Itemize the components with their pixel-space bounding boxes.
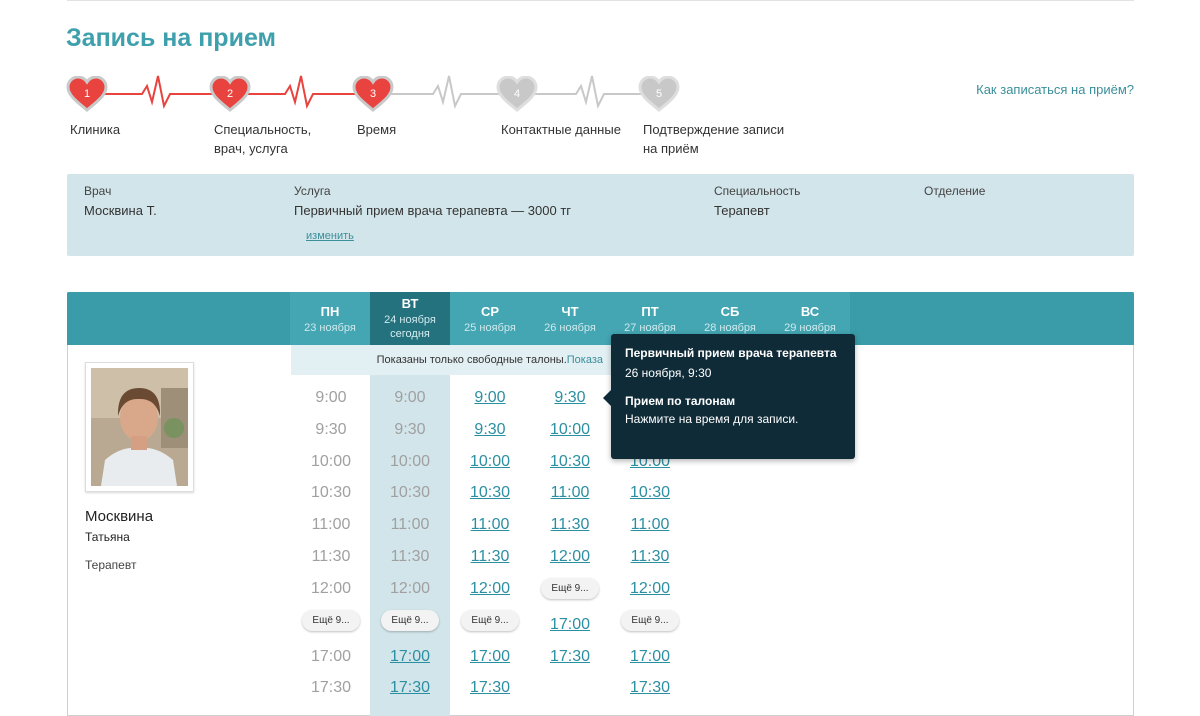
step-4-label: Контактные данные	[501, 122, 621, 137]
more-slots-button[interactable]: Ещё 9...	[461, 609, 519, 631]
time-slot-available[interactable]: 17:00	[530, 609, 610, 641]
doctor-photo	[85, 362, 194, 492]
more-slots-button[interactable]: Ещё 9...	[381, 609, 439, 631]
time-slot-available[interactable]: 11:00	[530, 477, 610, 509]
time-slot-unavailable: 11:30	[311, 547, 351, 565]
service-info: Услуга Первичный прием врача терапевта —…	[294, 184, 572, 218]
time-slot-unavailable: 9:00	[394, 389, 426, 406]
time-slot-unavailable: 12:00	[389, 579, 431, 597]
slot-tooltip: Первичный прием врача терапевта 26 ноябр…	[603, 334, 855, 459]
more-slots-row: Ещё 9...	[530, 573, 610, 609]
step-2-icon[interactable]: 2	[209, 76, 251, 116]
day-header-tue-today[interactable]: ВТ 24 ноября сегодня	[370, 292, 450, 345]
time-slot-available[interactable]: 12:00	[450, 573, 530, 605]
more-slots-row: Ещё 9...	[370, 605, 450, 641]
time-slot-unavailable: 9:30	[315, 420, 347, 438]
time-slot-available[interactable]: 11:30	[610, 541, 690, 573]
step-1-label: Клиника	[70, 122, 121, 137]
time-slot-available[interactable]: 11:30	[450, 541, 530, 573]
step-4-icon: 4	[496, 76, 538, 116]
more-slots-button[interactable]: Ещё 9...	[541, 577, 599, 599]
time-slot-available[interactable]: 17:30	[370, 672, 450, 704]
time-slot-unavailable: 10:30	[310, 484, 352, 502]
time-slot-available[interactable]: 10:00	[450, 446, 530, 478]
time-slot-available[interactable]: 9:30	[450, 414, 530, 446]
time-slot-unavailable: 11:30	[390, 547, 430, 565]
time-slot-available[interactable]: 11:00	[610, 509, 690, 541]
time-slot-available[interactable]: 17:00	[370, 641, 450, 673]
day-header-mon[interactable]: ПН 23 ноября	[290, 292, 370, 345]
more-slots-button[interactable]: Ещё 9...	[302, 609, 360, 631]
selection-summary: Врач Москвина Т. Услуга Первичный прием …	[67, 174, 1134, 256]
day-column-4: 9:30 10:00 10:30 11:00 11:30 12:00 Ещё 9... 17:…	[530, 382, 610, 672]
step-2-label: Специальность, врач, услуга	[214, 122, 312, 156]
day-column-2: 9:00 9:30 10:00 10:30 11:00 11:30 12:00 Ещё 9..…	[370, 382, 450, 704]
tooltip-title: Первичный прием врача терапевта	[625, 346, 837, 360]
top-divider	[67, 0, 1134, 1]
time-slot-available[interactable]: 12:00	[610, 573, 690, 605]
ecg-line-icon	[87, 75, 659, 110]
doctor-first-name: Татьяна	[85, 530, 130, 544]
time-slot-unavailable: 12:00	[310, 579, 352, 597]
time-slot-available[interactable]: 17:30	[530, 641, 610, 673]
time-slot-unavailable: 10:00	[389, 452, 431, 470]
time-slot-unavailable: 10:30	[389, 484, 431, 502]
time-slot-unavailable: 11:00	[311, 516, 351, 534]
doctor-info: Врач Москвина Т.	[84, 184, 157, 218]
doctor-portrait-image	[91, 368, 188, 486]
time-slot-unavailable: 9:00	[315, 389, 347, 406]
step-3-label: Время	[357, 122, 397, 137]
step-5-label: Подтверждение записи на приём	[643, 122, 785, 156]
day-column-3: 9:00 9:30 10:00 10:30 11:00 11:30 12:00 Ещё 9..…	[450, 382, 530, 704]
day-header-wed[interactable]: СР 25 ноября	[450, 292, 530, 345]
time-slot-available[interactable]: 11:30	[530, 509, 610, 541]
time-slot-unavailable: 17:30	[310, 679, 352, 697]
time-slot-available[interactable]: 17:30	[450, 672, 530, 704]
tooltip-datetime: 26 ноября, 9:30	[625, 366, 712, 380]
time-slot-available[interactable]: 10:00	[530, 414, 610, 446]
time-slot-available[interactable]: 12:00	[530, 541, 610, 573]
tooltip-text: Нажмите на время для записи.	[625, 412, 799, 426]
schedule-header: ПН 23 ноября ВТ 24 ноября сегодня СР 25 …	[67, 292, 1134, 345]
doctor-surname: Москвина	[85, 508, 154, 525]
time-slot-available[interactable]: 10:30	[610, 477, 690, 509]
time-slot-available[interactable]: 10:30	[530, 446, 610, 478]
change-service-link[interactable]: изменить	[306, 230, 354, 242]
time-slot-available[interactable]: 9:30	[530, 382, 610, 414]
schedule-table: ПН 23 ноября ВТ 24 ноября сегодня СР 25 …	[67, 292, 1134, 716]
department-info: Отделение	[924, 184, 986, 198]
more-slots-button[interactable]: Ещё 9...	[621, 609, 679, 631]
more-slots-row: Ещё 9...	[610, 605, 690, 641]
time-slot-available[interactable]: 17:00	[450, 641, 530, 673]
day-header-thu[interactable]: ЧТ 26 ноября	[530, 292, 610, 345]
step-1-icon[interactable]: 1	[66, 76, 108, 116]
time-slot-available[interactable]: 10:30	[450, 477, 530, 509]
time-slot-available[interactable]: 11:00	[450, 509, 530, 541]
doctor-specialty: Терапевт	[85, 558, 137, 572]
step-3-icon: 3	[352, 76, 394, 116]
more-slots-row: Ещё 9...	[450, 605, 530, 641]
step-5-icon: 5	[638, 76, 680, 116]
time-slot-available[interactable]: 17:30	[610, 672, 690, 704]
time-slot-unavailable: 11:00	[390, 516, 430, 534]
tooltip-subtitle: Прием по талонам	[625, 394, 736, 408]
time-slot-unavailable: 10:00	[310, 452, 352, 470]
booking-stepper: 1 2 3 4 5 Клиника Специальность, врач, у…	[66, 70, 806, 160]
time-slot-available[interactable]: 9:00	[450, 382, 530, 414]
specialty-info: Специальность Терапевт	[714, 184, 801, 218]
time-slot-available[interactable]: 17:00	[610, 641, 690, 673]
time-slot-unavailable: 9:30	[394, 420, 426, 438]
how-to-book-link[interactable]: Как записаться на приём?	[976, 82, 1134, 97]
free-slots-notice: Показаны только свободные талоны.Показа	[291, 345, 613, 375]
more-slots-row: Ещё 9...	[291, 605, 371, 641]
page-title: Запись на прием	[66, 24, 277, 52]
time-slot-unavailable: 17:00	[310, 647, 352, 665]
show-all-link[interactable]: Показа	[567, 354, 603, 366]
day-column-1: 9:00 9:30 10:00 10:30 11:00 11:30 12:00 Ещё 9..…	[291, 382, 371, 704]
